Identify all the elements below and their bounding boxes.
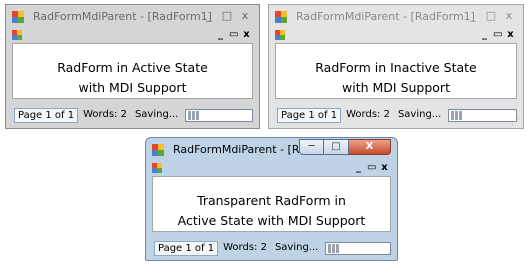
- status-page[interactable]: Page 1 of 1: [277, 107, 342, 123]
- saving-progress-bar: [325, 241, 391, 255]
- status-bar: Page 1 of 1 Words: 2 Saving...: [275, 106, 517, 124]
- mdi-child-icon[interactable]: [152, 163, 163, 174]
- client-text-line2: with MDI Support: [78, 80, 187, 95]
- mdi-close-button[interactable]: x: [506, 28, 515, 41]
- mdi-minimize-button[interactable]: _: [480, 28, 489, 41]
- maximize-button[interactable]: □: [324, 139, 349, 155]
- mdi-restore-button[interactable]: ▭: [229, 28, 238, 41]
- status-page[interactable]: Page 1 of 1: [154, 240, 219, 256]
- mdi-close-button[interactable]: x: [242, 28, 251, 41]
- status-saving: Saving...: [397, 108, 442, 120]
- saving-progress-bar: [448, 108, 517, 122]
- status-page[interactable]: Page 1 of 1: [14, 107, 79, 123]
- client-text-line1: RadForm in Active State: [57, 60, 208, 75]
- mdi-close-button[interactable]: x: [380, 161, 389, 174]
- minimize-button[interactable]: _: [467, 9, 479, 23]
- title-bar[interactable]: RadFormMdiParent - [RadForm1] _ □ x: [6, 5, 259, 29]
- status-saving: Saving...: [274, 241, 319, 253]
- status-words: Words: 2: [83, 108, 127, 120]
- mdi-child-bar: _ ▭ x: [10, 29, 255, 42]
- client-text-line2: with MDI Support: [342, 80, 450, 95]
- mdi-parent-window-active[interactable]: RadFormMdiParent - [RadForm1] _ □ x _ ▭ …: [5, 4, 260, 129]
- status-words: Words: 2: [223, 241, 267, 253]
- mdi-client-area: RadForm in Active State with MDI Support: [12, 43, 253, 99]
- mdi-child-bar: _ ▭ x: [150, 162, 393, 175]
- title-bar[interactable]: RadFormMdiParent - [RadForm3] ─ □ X: [146, 138, 397, 162]
- resize-grip[interactable]: ⋰: [511, 117, 520, 126]
- status-bar: Page 1 of 1 Words: 2 Saving...: [152, 239, 391, 257]
- client-text-line1: RadForm in Inactive State: [315, 60, 477, 75]
- client-text-line1: Transparent RadForm in: [197, 193, 346, 208]
- resize-grip[interactable]: ⋰: [385, 249, 394, 258]
- app-icon: [152, 144, 164, 156]
- minimize-button[interactable]: _: [203, 9, 215, 23]
- client-text-line2: Active State with MDI Support: [177, 213, 366, 228]
- mdi-restore-button[interactable]: ▭: [367, 161, 376, 174]
- title-bar[interactable]: RadFormMdiParent - [RadForm1] _ □ x: [269, 5, 523, 29]
- status-bar: Page 1 of 1 Words: 2 Saving...: [12, 106, 253, 124]
- mdi-minimize-button[interactable]: _: [216, 28, 225, 41]
- close-button[interactable]: x: [503, 9, 515, 23]
- mdi-parent-window-inactive[interactable]: RadFormMdiParent - [RadForm1] _ □ x _ ▭ …: [268, 4, 524, 129]
- mdi-restore-button[interactable]: ▭: [493, 28, 502, 41]
- mdi-client-area: Transparent RadForm in Active State with…: [152, 176, 391, 232]
- mdi-child-icon[interactable]: [12, 30, 23, 41]
- status-saving: Saving...: [134, 108, 179, 120]
- saving-progress-bar: [185, 108, 253, 122]
- resize-grip[interactable]: ⋰: [247, 117, 256, 126]
- mdi-child-icon[interactable]: [275, 30, 286, 41]
- mdi-minimize-button[interactable]: _: [354, 161, 363, 174]
- app-icon: [12, 11, 24, 23]
- window-title: RadFormMdiParent - [RadForm1]: [33, 10, 212, 23]
- app-icon: [275, 11, 287, 23]
- maximize-button[interactable]: □: [485, 9, 497, 23]
- minimize-button[interactable]: ─: [299, 139, 324, 155]
- mdi-parent-window-transparent[interactable]: RadFormMdiParent - [RadForm3] ─ □ X _ ▭ …: [145, 137, 398, 261]
- window-title: RadFormMdiParent - [RadForm1]: [296, 10, 475, 23]
- maximize-button[interactable]: □: [221, 9, 233, 23]
- status-words: Words: 2: [346, 108, 390, 120]
- mdi-child-bar: _ ▭ x: [273, 29, 519, 42]
- close-button[interactable]: X: [349, 139, 391, 155]
- mdi-client-area: RadForm in Inactive State with MDI Suppo…: [275, 43, 517, 99]
- close-button[interactable]: x: [239, 9, 251, 23]
